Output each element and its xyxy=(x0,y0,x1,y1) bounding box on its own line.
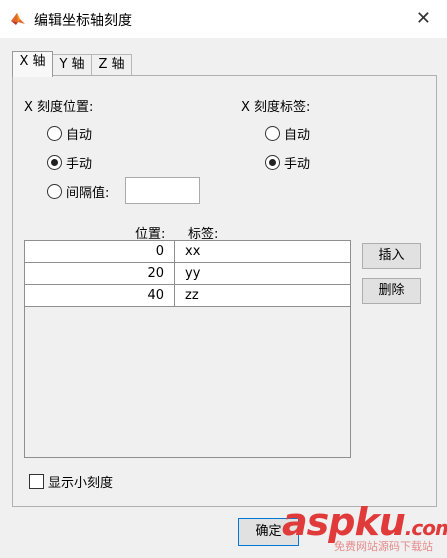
checkbox-unchecked-icon xyxy=(29,473,44,489)
positions-interval-radio[interactable]: 间隔值: xyxy=(47,182,110,201)
positions-auto-label: 自动 xyxy=(66,127,93,143)
table-row[interactable]: 20 yy xyxy=(25,263,350,285)
radio-checked-icon xyxy=(265,154,280,170)
tab-panel-x: X 刻度位置: 自动 手动 间隔值: X 刻度标签: 自动 手动 位置: 标签:… xyxy=(12,75,437,507)
title-bar: 编辑坐标轴刻度 ✕ xyxy=(0,0,447,38)
tab-z-axis[interactable]: Z 轴 xyxy=(91,54,132,76)
minor-ticks-checkbox[interactable]: 显示小刻度 xyxy=(29,472,114,491)
ticks-table: 0 xx 20 yy 40 zz xyxy=(24,240,351,458)
table-row[interactable]: 0 xx xyxy=(25,241,350,263)
tab-y-axis[interactable]: Y 轴 xyxy=(52,54,92,76)
label-cell[interactable]: xx xyxy=(185,241,200,262)
watermark-subtext: 免费网站源码下载站 xyxy=(334,540,433,553)
interval-input[interactable] xyxy=(125,177,200,204)
position-cell[interactable]: 0 xyxy=(25,241,175,262)
labels-manual-label: 手动 xyxy=(284,156,311,172)
close-button[interactable]: ✕ xyxy=(416,8,431,29)
radio-checked-icon xyxy=(47,154,62,170)
labels-auto-radio[interactable]: 自动 xyxy=(265,124,311,143)
radio-unchecked-icon xyxy=(47,183,62,199)
window-title: 编辑坐标轴刻度 xyxy=(34,13,132,29)
tick-positions-heading: X 刻度位置: xyxy=(24,100,94,115)
table-row[interactable]: 40 zz xyxy=(25,285,350,307)
positions-manual-label: 手动 xyxy=(66,156,93,172)
radio-unchecked-icon xyxy=(47,125,62,141)
insert-button[interactable]: 插入 xyxy=(362,243,421,269)
minor-ticks-label: 显示小刻度 xyxy=(48,475,114,491)
position-cell[interactable]: 40 xyxy=(25,285,175,306)
positions-auto-radio[interactable]: 自动 xyxy=(47,124,93,143)
labels-auto-label: 自动 xyxy=(284,127,311,143)
tab-x-axis[interactable]: X 轴 xyxy=(12,51,53,77)
matlab-logo-icon xyxy=(11,13,25,25)
delete-button[interactable]: 删除 xyxy=(362,278,421,304)
positions-interval-label: 间隔值: xyxy=(66,185,110,201)
position-cell[interactable]: 20 xyxy=(25,263,175,284)
positions-manual-radio[interactable]: 手动 xyxy=(47,153,93,172)
label-cell[interactable]: zz xyxy=(185,285,199,306)
radio-unchecked-icon xyxy=(265,125,280,141)
label-cell[interactable]: yy xyxy=(185,263,200,284)
tick-labels-heading: X 刻度标签: xyxy=(241,100,311,115)
labels-manual-radio[interactable]: 手动 xyxy=(265,153,311,172)
site-watermark-logo: aspku.com 免费网站源码下载站 xyxy=(282,500,447,556)
